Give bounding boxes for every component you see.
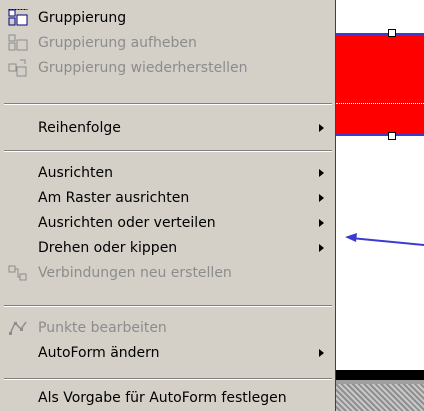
red-rectangle-shape[interactable] bbox=[336, 33, 424, 136]
edit-points-icon bbox=[9, 321, 27, 335]
menu-separator bbox=[4, 103, 332, 105]
connector-arrow[interactable] bbox=[345, 232, 424, 252]
shape-dotted-line bbox=[336, 103, 424, 104]
menu-item-ausrichten[interactable]: Ausrichten bbox=[0, 161, 336, 186]
reroute-connectors-icon bbox=[8, 265, 27, 281]
menu-item-label: AutoForm ändern bbox=[38, 345, 160, 361]
menu-item-drehen-oder-kippen[interactable]: Drehen oder kippen bbox=[0, 236, 336, 261]
group-icon bbox=[8, 9, 28, 26]
menu-item-als-vorgabe-festlegen[interactable]: Als Vorgabe für AutoForm festlegen bbox=[0, 386, 336, 411]
submenu-arrow-icon bbox=[319, 219, 324, 227]
selection-handle-top[interactable] bbox=[388, 29, 396, 37]
menu-item-label: Verbindungen neu erstellen bbox=[38, 265, 232, 281]
menu-item-verbindungen-neu-erstellen[interactable]: Verbindungen neu erstellen bbox=[0, 261, 336, 286]
menu-item-label: Reihenfolge bbox=[38, 120, 121, 136]
menu-item-label: Ausrichten oder verteilen bbox=[38, 215, 216, 231]
submenu-arrow-icon bbox=[319, 244, 324, 252]
menu-item-label: Drehen oder kippen bbox=[38, 240, 178, 256]
menu-item-label: Ausrichten bbox=[38, 165, 113, 181]
ungroup-icon bbox=[8, 34, 28, 51]
submenu-arrow-icon bbox=[319, 194, 324, 202]
menu-separator bbox=[4, 150, 332, 152]
menu-separator bbox=[4, 378, 332, 380]
menu-item-reihenfolge[interactable]: Reihenfolge bbox=[0, 116, 336, 141]
submenu-arrow-icon bbox=[319, 169, 324, 177]
context-menu: Gruppierung Gruppierung aufheben Gruppie… bbox=[0, 0, 336, 411]
menu-item-gruppierung[interactable]: Gruppierung bbox=[0, 6, 336, 31]
menu-item-autoform-aendern[interactable]: AutoForm ändern bbox=[0, 341, 336, 366]
menu-item-label: Am Raster ausrichten bbox=[38, 190, 190, 206]
regroup-icon bbox=[8, 59, 27, 77]
menu-item-ausrichten-oder-verteilen[interactable]: Ausrichten oder verteilen bbox=[0, 211, 336, 236]
submenu-arrow-icon bbox=[319, 124, 324, 132]
menu-item-gruppierung-aufheben[interactable]: Gruppierung aufheben bbox=[0, 31, 336, 56]
menu-item-label: Gruppierung wiederherstellen bbox=[38, 60, 248, 76]
submenu-arrow-icon bbox=[319, 349, 324, 357]
menu-item-label: Als Vorgabe für AutoForm festlegen bbox=[38, 390, 287, 406]
menu-item-label: Gruppierung bbox=[38, 10, 127, 26]
canvas-bottom-shape bbox=[336, 370, 424, 411]
selection-handle-bottom[interactable] bbox=[388, 132, 396, 140]
menu-separator bbox=[4, 305, 332, 307]
menu-item-gruppierung-wiederherstellen[interactable]: Gruppierung wiederherstellen bbox=[0, 56, 336, 81]
menu-item-label: Gruppierung aufheben bbox=[38, 35, 197, 51]
menu-item-punkte-bearbeiten[interactable]: Punkte bearbeiten bbox=[0, 316, 336, 341]
menu-item-am-raster-ausrichten[interactable]: Am Raster ausrichten bbox=[0, 186, 336, 211]
menu-item-label: Punkte bearbeiten bbox=[38, 320, 167, 336]
